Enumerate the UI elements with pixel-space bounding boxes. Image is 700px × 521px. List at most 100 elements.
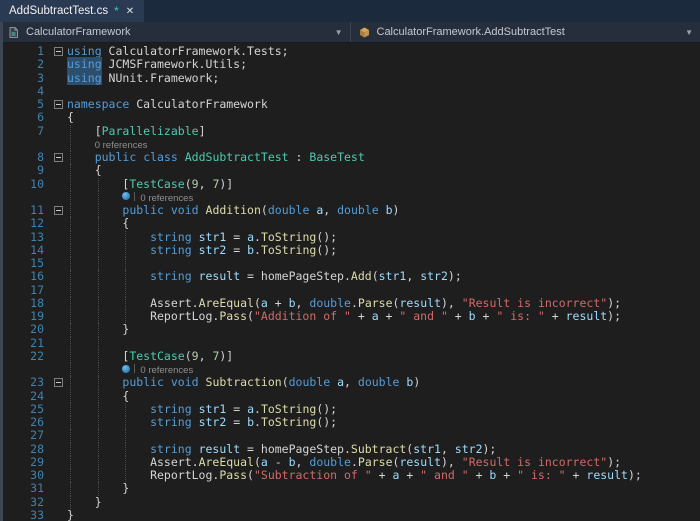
code-editor: 1 using CalculatorFramework.Tests; 2 using … bbox=[0, 43, 700, 521]
line-number[interactable]: 21 bbox=[0, 336, 50, 350]
code-text[interactable]: [TestCase(9, 7)] bbox=[67, 177, 700, 191]
code-text[interactable]: public void Addition(double a, double b) bbox=[67, 203, 700, 218]
fold-collapse-toggle[interactable] bbox=[50, 204, 67, 217]
test-status-icon[interactable] bbox=[122, 192, 131, 201]
line-number[interactable]: 6 bbox=[0, 110, 50, 124]
indent-guide bbox=[70, 283, 71, 297]
line-number[interactable]: 10 bbox=[0, 177, 50, 191]
collapse-minus-icon[interactable] bbox=[54, 153, 63, 163]
code-text[interactable]: string str1 = a.ToString(); bbox=[67, 402, 700, 416]
code-text[interactable]: Assert.AreEqual(a - b, double.Parse(resu… bbox=[67, 455, 700, 469]
line-number[interactable]: 17 bbox=[0, 283, 50, 297]
line-number[interactable]: 28 bbox=[0, 442, 50, 456]
code-text[interactable]: [Parallelizable] bbox=[67, 124, 700, 138]
codelens-info[interactable]: 0 references bbox=[67, 137, 700, 151]
line-number[interactable]: 14 bbox=[0, 243, 50, 257]
line-number[interactable]: 24 bbox=[0, 389, 50, 403]
code-text[interactable]: string result = homePageStep.Subtract(st… bbox=[67, 442, 700, 456]
code-text[interactable]: using CalculatorFramework.Tests; bbox=[67, 44, 700, 58]
code-text[interactable]: Assert.AreEqual(a + b, double.Parse(resu… bbox=[67, 296, 700, 310]
code-token: + bbox=[350, 309, 372, 323]
line-number[interactable]: 32 bbox=[0, 495, 50, 509]
line-number[interactable]: 26 bbox=[0, 415, 50, 429]
close-icon[interactable]: ✕ bbox=[125, 6, 135, 17]
fold-margin bbox=[50, 416, 67, 429]
line-number[interactable]: 20 bbox=[0, 322, 50, 336]
code-text[interactable]: { bbox=[67, 217, 700, 231]
fold-collapse-toggle[interactable] bbox=[50, 45, 67, 58]
line-number[interactable]: 11 bbox=[0, 203, 50, 217]
fold-margin bbox=[50, 350, 67, 363]
code-text[interactable]: string str1 = a.ToString(); bbox=[67, 230, 700, 244]
breadcrumb-type-dropdown[interactable]: CalculatorFramework.AddSubtractTest ▼ bbox=[349, 22, 700, 42]
breadcrumb-project-dropdown[interactable]: CalculatorFramework ▼ bbox=[0, 22, 350, 42]
line-number[interactable]: 19 bbox=[0, 309, 50, 323]
line-number[interactable]: 3 bbox=[0, 71, 50, 85]
code-text[interactable]: string str2 = b.ToString(); bbox=[67, 243, 700, 257]
line-number[interactable]: 7 bbox=[0, 124, 50, 138]
code-text[interactable]: } bbox=[67, 323, 700, 337]
collapse-minus-icon[interactable] bbox=[54, 378, 63, 388]
code-line: 20 } bbox=[0, 322, 700, 337]
line-number[interactable]: 31 bbox=[0, 481, 50, 495]
code-text[interactable]: { bbox=[67, 164, 700, 178]
code-text[interactable]: namespace CalculatorFramework bbox=[67, 97, 700, 111]
code-text[interactable]: { bbox=[67, 111, 700, 124]
line-number[interactable]: 29 bbox=[0, 455, 50, 469]
code-token: ); bbox=[607, 309, 622, 323]
codelens-info[interactable]: 0 references bbox=[67, 363, 700, 377]
line-number[interactable]: 15 bbox=[0, 256, 50, 270]
line-number[interactable]: 1 bbox=[0, 44, 50, 58]
line-number[interactable]: 13 bbox=[0, 230, 50, 244]
code-text[interactable]: string str2 = b.ToString(); bbox=[67, 415, 700, 430]
code-text[interactable]: { bbox=[67, 389, 700, 403]
line-number[interactable]: 12 bbox=[0, 216, 50, 230]
code-text[interactable]: using JCMSFramework.Utils; bbox=[67, 57, 700, 72]
line-number[interactable]: 4 bbox=[0, 84, 50, 98]
indent-guide bbox=[70, 177, 71, 191]
code-text[interactable] bbox=[67, 429, 700, 443]
code-text[interactable] bbox=[67, 85, 700, 98]
line-number[interactable]: 30 bbox=[0, 468, 50, 482]
code-text[interactable]: } bbox=[67, 495, 700, 509]
test-status-icon[interactable] bbox=[122, 364, 131, 373]
line-number[interactable]: 16 bbox=[0, 269, 50, 283]
fold-margin bbox=[50, 390, 67, 403]
indent-guide bbox=[97, 429, 99, 443]
fold-collapse-toggle[interactable] bbox=[50, 98, 67, 111]
code-text[interactable]: public void Subtraction(double a, double… bbox=[67, 376, 700, 390]
line-number[interactable]: 5 bbox=[0, 97, 50, 111]
line-number[interactable]: 2 bbox=[0, 57, 50, 71]
line-number[interactable]: 18 bbox=[0, 296, 50, 310]
code-text[interactable]: ReportLog.Pass("Subtraction of " + a + "… bbox=[67, 468, 700, 483]
line-number[interactable]: 22 bbox=[0, 349, 50, 363]
line-number[interactable]: 8 bbox=[0, 150, 50, 164]
code-text[interactable] bbox=[67, 336, 700, 350]
code-text[interactable]: } bbox=[67, 482, 700, 496]
line-number[interactable]: 9 bbox=[0, 163, 50, 177]
collapse-minus-icon[interactable] bbox=[54, 206, 63, 216]
code-text[interactable] bbox=[67, 257, 700, 271]
codelens-info[interactable]: 0 references bbox=[67, 190, 700, 204]
line-number[interactable]: 25 bbox=[0, 402, 50, 416]
collapse-minus-icon[interactable] bbox=[54, 100, 63, 110]
breadcrumb-type-label: CalculatorFramework.AddSubtractTest bbox=[376, 26, 565, 38]
code-text[interactable] bbox=[67, 283, 700, 297]
fold-margin bbox=[50, 244, 67, 257]
line-number[interactable]: 23 bbox=[0, 375, 50, 389]
code-text[interactable]: ReportLog.Pass("Addition of " + a + " an… bbox=[67, 309, 700, 324]
code-text[interactable]: public class AddSubtractTest : BaseTest bbox=[67, 150, 700, 165]
code-line: 6{ bbox=[0, 110, 700, 124]
fold-collapse-toggle[interactable] bbox=[50, 376, 67, 389]
fold-collapse-toggle[interactable] bbox=[50, 151, 67, 164]
code-text[interactable]: using NUnit.Framework; bbox=[67, 70, 700, 85]
collapse-minus-icon[interactable] bbox=[54, 47, 63, 57]
code-token: + bbox=[371, 468, 393, 482]
line-number[interactable]: 33 bbox=[0, 508, 50, 521]
code-text[interactable]: } bbox=[67, 508, 700, 521]
tab-addsubtracttest[interactable]: AddSubtractTest.cs * ✕ bbox=[0, 0, 145, 22]
line-number[interactable]: 27 bbox=[0, 428, 50, 442]
code-text[interactable]: [TestCase(9, 7)] bbox=[67, 349, 700, 363]
code-text[interactable]: string result = homePageStep.Add(str1, s… bbox=[67, 270, 700, 284]
